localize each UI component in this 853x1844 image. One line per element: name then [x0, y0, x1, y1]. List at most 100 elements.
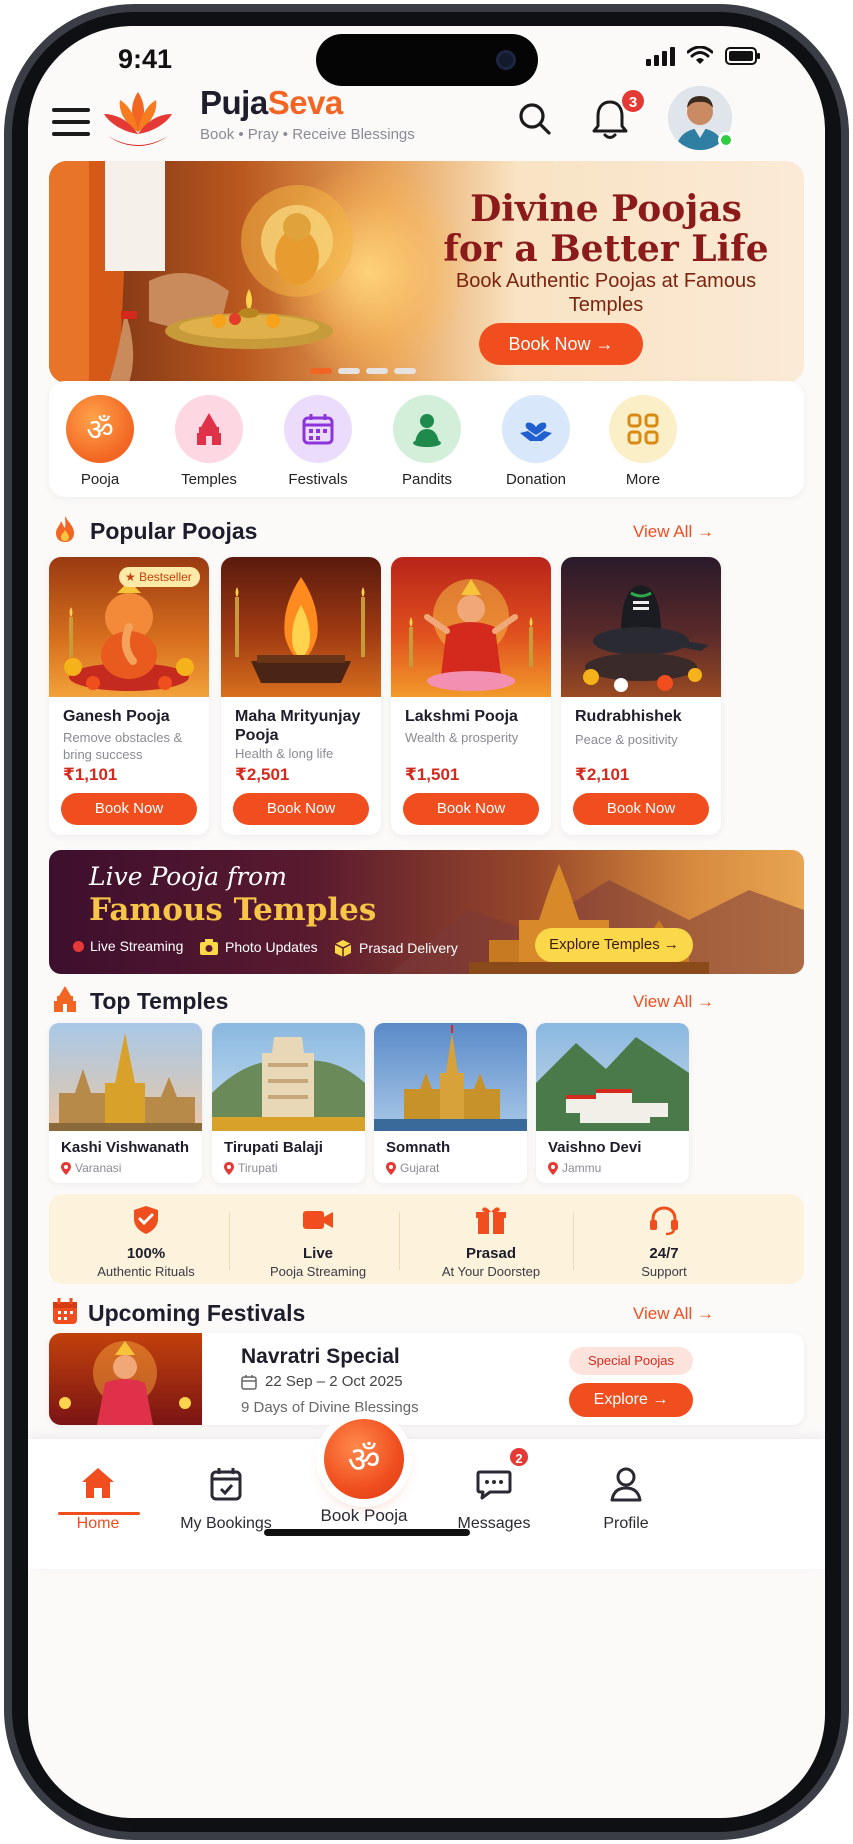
carousel-dot[interactable] [366, 368, 388, 374]
location-pin-icon [548, 1161, 558, 1175]
temple-icon [197, 413, 221, 445]
category-bar: ॐ Pooja Temples Festivals Pandits Donati… [49, 381, 804, 497]
category-temples[interactable]: Temples [154, 395, 264, 488]
live-banner-line1: Live Pooja from [89, 862, 287, 891]
status-time: 9:41 [118, 44, 173, 74]
temples-view-all-link[interactable]: View All → [633, 992, 714, 1012]
wifi-icon [687, 46, 713, 64]
status-icons [646, 46, 761, 66]
location-pin-icon [386, 1161, 396, 1175]
feature-authentic: 100% Authentic Rituals [71, 1204, 221, 1279]
video-icon [303, 1211, 333, 1229]
category-donation[interactable]: Donation [481, 395, 591, 488]
online-status-dot [718, 132, 734, 148]
live-banner-line2: Famous Temples [89, 892, 377, 928]
brand-name: PujaSeva [200, 84, 343, 121]
popular-view-all-link[interactable]: View All → [633, 522, 714, 542]
svg-text:ॐ: ॐ [86, 413, 113, 448]
nav-home[interactable]: Home [38, 1464, 158, 1533]
lotus-logo-icon [104, 92, 172, 146]
live-pooja-banner[interactable]: Live Pooja from Famous Temples Live Stre… [49, 850, 804, 974]
top-temples-title: Top Temples [90, 988, 229, 1014]
festival-name: Navratri Special [241, 1345, 400, 1368]
navratri-image [49, 1333, 202, 1425]
calendar-small-icon [241, 1374, 257, 1390]
calendar-icon [53, 1298, 77, 1324]
brand-tagline: Book • Pray • Receive Blessings [200, 126, 415, 143]
pandit-icon [413, 414, 441, 447]
grid-icon [627, 413, 659, 445]
carousel-dot[interactable] [310, 368, 332, 374]
live-dot-icon [73, 940, 84, 952]
category-more[interactable]: More [588, 395, 698, 488]
temple-card[interactable]: Tirupati Balaji Tirupati [212, 1023, 365, 1183]
temple-card[interactable]: Somnath Gujarat [374, 1023, 527, 1183]
om-icon: ॐ [348, 1440, 381, 1481]
pooja-card[interactable]: ★ Bestseller Ganesh Pooja Remove obstacl… [49, 557, 209, 835]
nav-book-pooja-label[interactable]: Book Pooja [304, 1506, 424, 1526]
vaishno-devi-image [536, 1023, 689, 1131]
book-now-button[interactable]: Book Now [573, 793, 709, 825]
carousel-dot[interactable] [338, 368, 360, 374]
prasad-delivery-feature: Prasad Delivery [333, 938, 458, 958]
festival-card[interactable]: Navratri Special 22 Sep – 2 Oct 2025 9 D… [49, 1333, 804, 1425]
explore-temples-button[interactable]: Explore Temples → [535, 928, 693, 962]
feature-prasad: Prasad At Your Doorstep [411, 1204, 571, 1279]
kashi-vishwanath-image [49, 1023, 202, 1131]
hero-book-now-button[interactable]: Book Now → [479, 323, 643, 365]
hero-subtitle: Book Authentic Poojas at Famous Temples [455, 270, 757, 316]
menu-button[interactable] [52, 108, 90, 136]
fire-icon [56, 516, 74, 542]
carousel-dot[interactable] [394, 368, 416, 374]
shield-icon [134, 1206, 158, 1234]
category-festivals[interactable]: Festivals [263, 395, 373, 488]
festivals-view-all-link[interactable]: View All → [633, 1304, 714, 1324]
tirupati-balaji-image [212, 1023, 365, 1131]
camera-icon [200, 939, 218, 955]
shivling-image [561, 557, 721, 697]
gift-icon [476, 1207, 506, 1234]
home-icon [82, 1468, 114, 1498]
book-now-button[interactable]: Book Now [61, 793, 197, 825]
pooja-card[interactable]: Rudrabhishek Peace & positivity ₹2,101 B… [561, 557, 721, 835]
live-streaming-feature: Live Streaming [73, 938, 183, 954]
carousel-dots[interactable] [310, 368, 416, 374]
search-icon[interactable] [514, 98, 556, 140]
headset-icon [650, 1206, 678, 1236]
category-pooja[interactable]: ॐ Pooja [45, 395, 155, 488]
chat-icon [476, 1470, 512, 1500]
temple-icon [54, 986, 76, 1012]
profile-icon [610, 1467, 642, 1502]
bestseller-badge: ★ Bestseller [119, 567, 200, 587]
pooja-card[interactable]: Lakshmi Pooja Wealth & prosperity ₹1,501… [391, 557, 551, 835]
upcoming-festivals-title: Upcoming Festivals [88, 1300, 306, 1326]
nav-messages[interactable]: Messages [434, 1464, 554, 1533]
pooja-card[interactable]: Maha Mrityunjay Pooja Health & long life… [221, 557, 381, 835]
book-now-button[interactable]: Book Now [233, 793, 369, 825]
temple-card[interactable]: Vaishno Devi Jammu [536, 1023, 689, 1183]
photo-updates-feature: Photo Updates [199, 938, 318, 956]
explore-festival-button[interactable]: Explore → [569, 1383, 693, 1417]
app-screen: 9:41 PujaSeva Book • Pray • Receive Bles… [28, 26, 825, 1818]
nav-profile[interactable]: Profile [566, 1464, 686, 1533]
special-poojas-badge: Special Poojas [569, 1347, 693, 1375]
active-tab-indicator [58, 1512, 140, 1515]
bookings-calendar-icon [210, 1468, 242, 1501]
havan-image [221, 557, 381, 697]
hero-title: Divine Poojas for a Better Life [443, 188, 769, 270]
dynamic-island [316, 34, 538, 86]
lakshmi-pooja-image [391, 557, 551, 697]
location-pin-icon [61, 1161, 71, 1175]
somnath-image [374, 1023, 527, 1131]
nav-my-bookings[interactable]: My Bookings [166, 1464, 286, 1533]
om-icon: ॐ [86, 413, 113, 448]
temple-card[interactable]: Kashi Vishwanath Varanasi [49, 1023, 202, 1183]
heart-hands-icon [520, 422, 552, 441]
category-pandits[interactable]: Pandits [372, 395, 482, 488]
book-now-button[interactable]: Book Now [403, 793, 539, 825]
hero-banner[interactable]: Divine Poojas for a Better Life Book Aut… [49, 161, 804, 383]
popular-poojas-title: Popular Poojas [90, 518, 258, 544]
book-pooja-om-button[interactable]: ॐ [324, 1419, 404, 1499]
ganesh-pooja-image: ★ Bestseller [49, 557, 209, 697]
messages-badge: 2 [508, 1446, 530, 1468]
